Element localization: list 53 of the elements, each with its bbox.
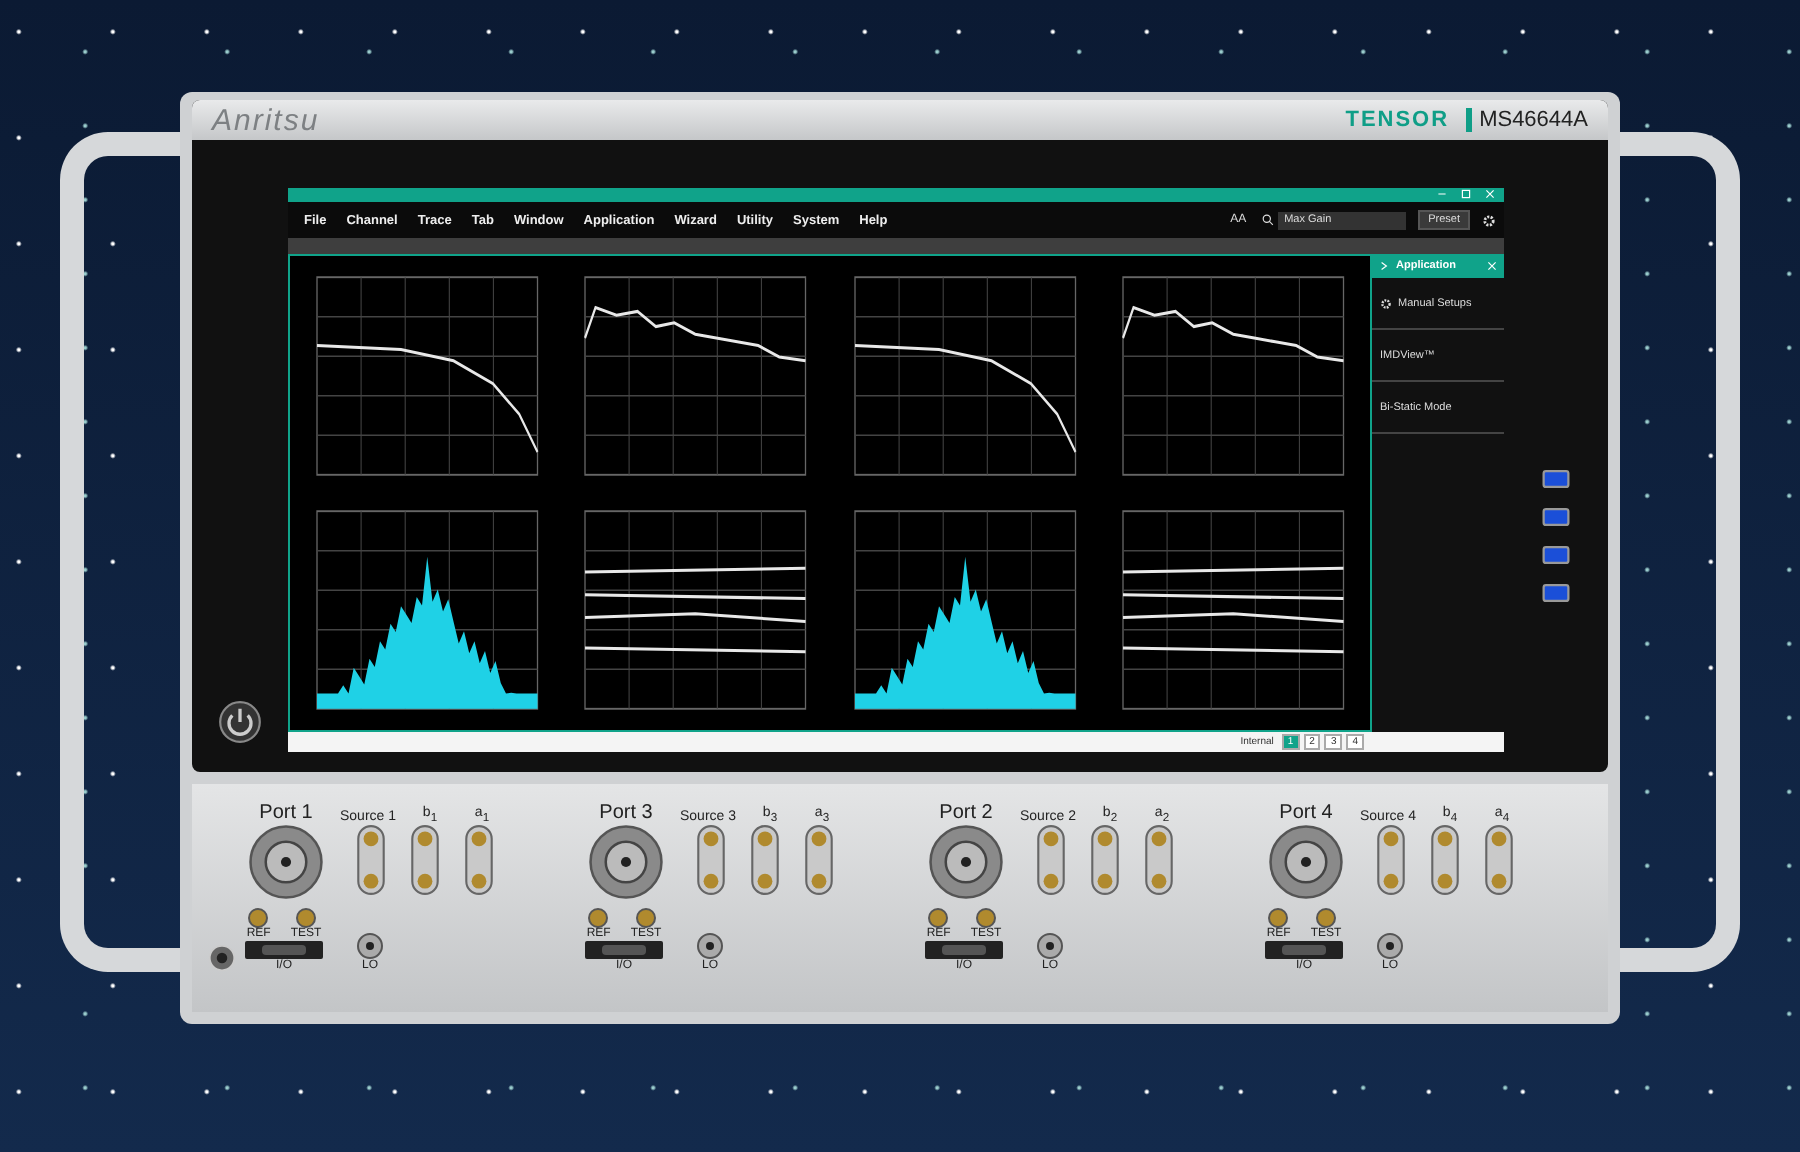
sma-connector-icon <box>1316 908 1336 928</box>
maximize-icon[interactable] <box>1460 188 1472 200</box>
sma-connector-icon <box>588 908 609 928</box>
lo-connector-icon <box>696 932 724 960</box>
brand-logo: Anritsu <box>212 103 320 137</box>
d-sub-connector-icon <box>244 940 324 960</box>
usb-port-icon <box>1542 584 1570 602</box>
d-sub-connector-icon <box>584 940 664 960</box>
jumper-loop-icon <box>1036 824 1066 896</box>
close-icon[interactable] <box>1484 188 1496 200</box>
sma-connector-icon <box>248 908 269 928</box>
sma-connector-icon <box>296 908 316 928</box>
minimize-icon[interactable] <box>1436 188 1448 200</box>
jumper-loop-icon <box>1090 824 1120 896</box>
ground-jack-icon <box>208 944 236 972</box>
port-label: Port 4 <box>1277 802 1335 824</box>
series-logo: TENSOR <box>1345 108 1450 132</box>
jumper-loop-icon <box>1430 824 1460 896</box>
gear-icon <box>1380 297 1392 309</box>
usb-port-icon <box>1542 508 1570 526</box>
port-label: Port 2 <box>937 802 995 824</box>
sma-connector-icon <box>928 908 949 928</box>
jumper-loop-icon <box>1376 824 1406 896</box>
sma-connector-icon <box>976 908 996 928</box>
usb-port-icon <box>1542 546 1570 564</box>
d-sub-connector-icon <box>1264 940 1344 960</box>
jumper-loop-icon <box>464 824 494 896</box>
jumper-loop-icon <box>696 824 726 896</box>
jumper-loop-icon <box>356 824 386 896</box>
port-connector-icon <box>1268 824 1344 900</box>
sma-connector-icon <box>636 908 656 928</box>
search-icon <box>1262 214 1275 226</box>
port-label: Port 1 <box>257 802 315 824</box>
usb-port-icon <box>1542 470 1570 488</box>
close-icon[interactable] <box>1486 260 1498 272</box>
model-label: MS46644A <box>1465 108 1588 132</box>
settings-icon[interactable] <box>1482 213 1496 227</box>
lo-connector-icon <box>356 932 384 960</box>
power-button-icon[interactable] <box>218 700 262 744</box>
lo-connector-icon <box>1376 932 1404 960</box>
jumper-loop-icon <box>1484 824 1514 896</box>
jumper-loop-icon <box>1144 824 1174 896</box>
port-label: Port 3 <box>597 802 655 824</box>
port-connector-icon <box>248 824 324 900</box>
jumper-loop-icon <box>804 824 834 896</box>
jumper-loop-icon <box>750 824 780 896</box>
port-connector-icon <box>588 824 664 900</box>
port-connector-icon <box>928 824 1004 900</box>
lo-connector-icon <box>1036 932 1064 960</box>
jumper-loop-icon <box>410 824 440 896</box>
d-sub-connector-icon <box>924 940 1004 960</box>
sma-connector-icon <box>1268 908 1289 928</box>
chevron-icon[interactable] <box>1378 260 1390 272</box>
